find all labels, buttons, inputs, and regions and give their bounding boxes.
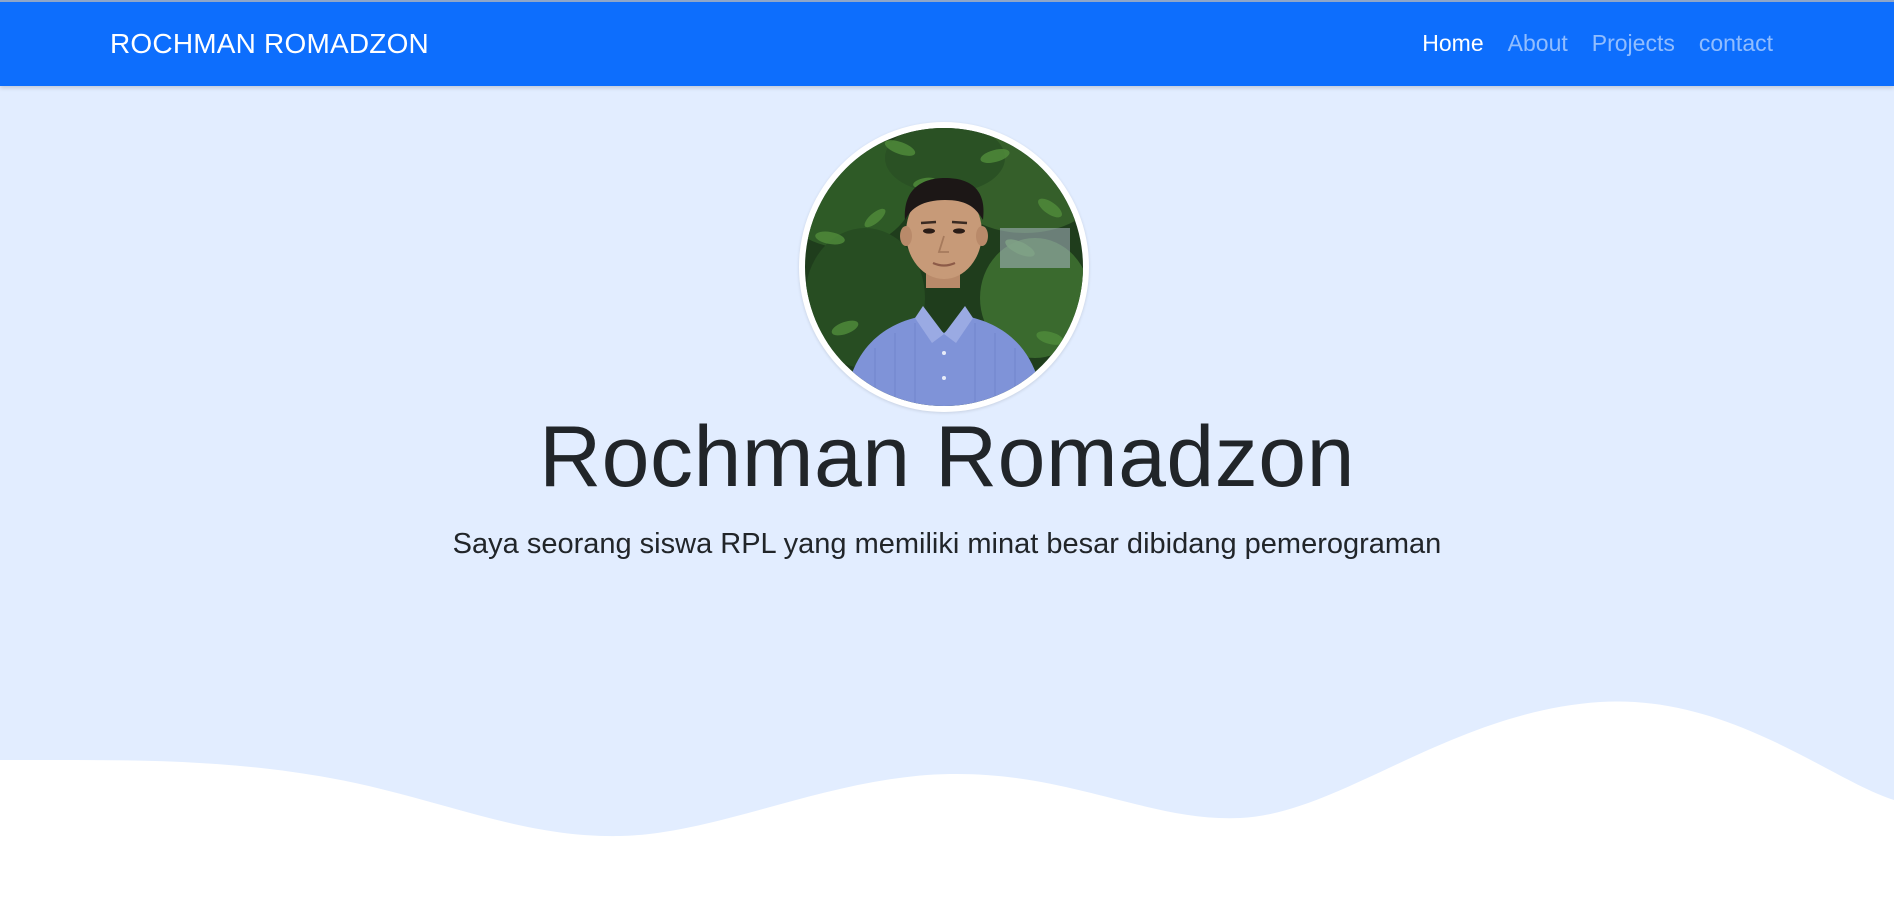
nav-links: Home About Projects contact bbox=[1422, 30, 1773, 57]
navbar: ROCHMAN ROMADZON Home About Projects con… bbox=[0, 2, 1894, 86]
nav-link-home[interactable]: Home bbox=[1422, 30, 1483, 57]
hero-title: Rochman Romadzon bbox=[539, 409, 1355, 505]
nav-link-contact[interactable]: contact bbox=[1699, 30, 1773, 57]
navbar-brand[interactable]: ROCHMAN ROMADZON bbox=[110, 28, 429, 60]
hero-subtitle: Saya seorang siswa RPL yang memiliki min… bbox=[452, 528, 1442, 560]
hero-section: Rochman Romadzon Saya seorang siswa RPL … bbox=[0, 86, 1894, 904]
avatar-frame bbox=[799, 122, 1089, 412]
window-top-edge bbox=[0, 0, 1894, 2]
nav-link-projects[interactable]: Projects bbox=[1592, 30, 1675, 57]
page: ROCHMAN ROMADZON Home About Projects con… bbox=[0, 0, 1894, 904]
profile-photo-icon bbox=[805, 128, 1083, 406]
nav-link-about[interactable]: About bbox=[1508, 30, 1568, 57]
avatar bbox=[805, 128, 1083, 406]
